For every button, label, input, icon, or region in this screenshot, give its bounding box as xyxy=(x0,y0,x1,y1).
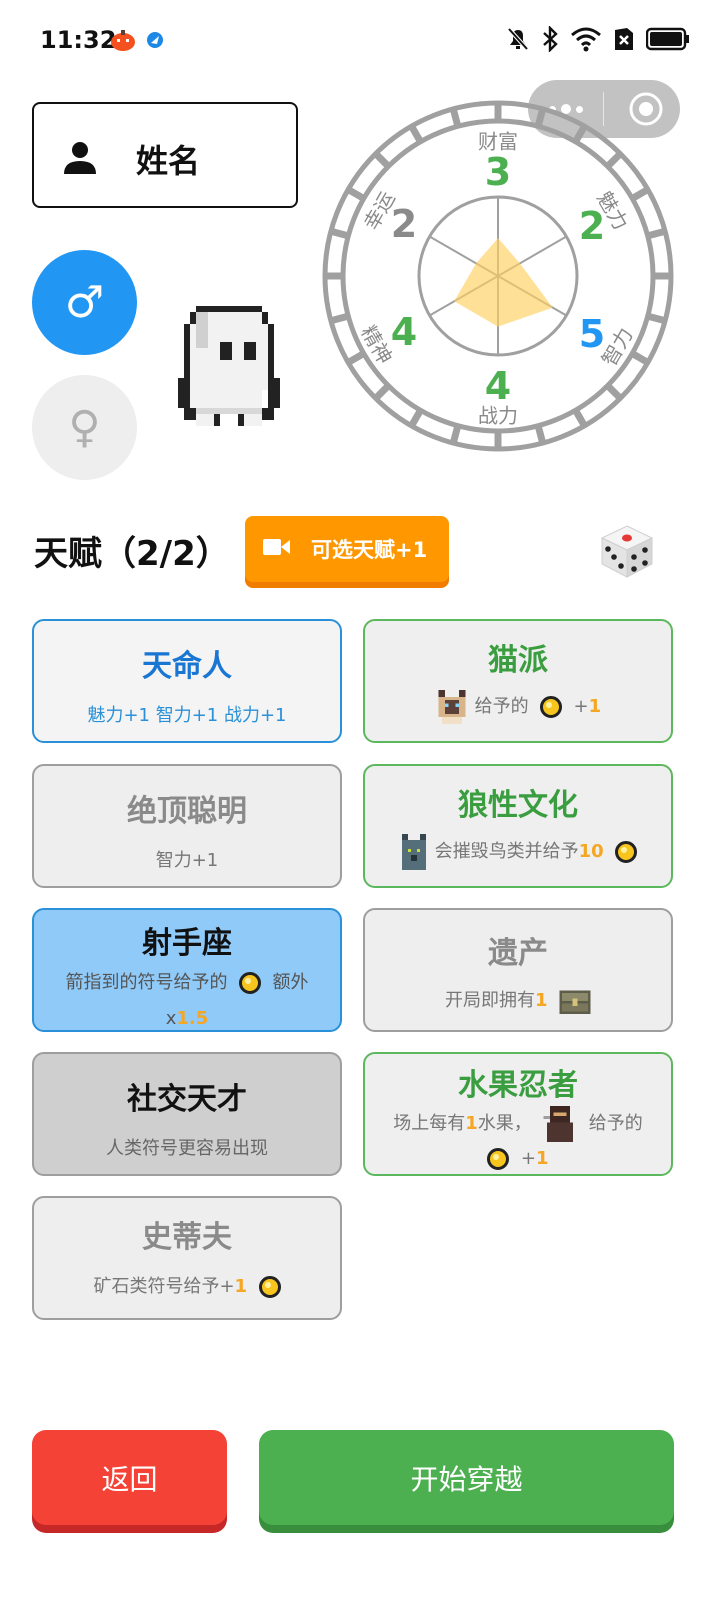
app-icon xyxy=(147,32,163,48)
desc-number: 10 xyxy=(578,841,604,862)
desc-number: 1.5 xyxy=(176,1008,209,1029)
video-camera-icon xyxy=(263,539,290,555)
character-avatar xyxy=(178,306,280,426)
talent-card-desc: 魅力+1 智力+1 战力+1 xyxy=(87,705,287,726)
wifi-icon xyxy=(571,27,601,52)
back-button-label: 返回 xyxy=(101,1462,158,1496)
talent-card-title: 遗产 xyxy=(488,936,548,971)
desc-text: 箭指到的符号给予的 xyxy=(65,972,228,993)
add-talent-ad-button[interactable]: 可选天赋+1 xyxy=(245,516,449,582)
talent-card-langxingwenhua[interactable]: 狼性文化 会摧毁鸟类并给予10 xyxy=(363,764,673,888)
bluetooth-icon xyxy=(543,26,558,52)
talent-card-shuiguorenzhe[interactable]: 水果忍者 场上每有1水果， 给予的 +1 xyxy=(363,1052,673,1176)
desc-number: 1 xyxy=(536,1148,549,1169)
talent-card-desc: 开局即拥有1 xyxy=(365,986,671,1014)
desc-number: 1 xyxy=(535,990,548,1011)
desc-text: 给予的 xyxy=(474,696,529,717)
person-icon xyxy=(64,142,96,174)
talent-card-desc: 智力+1 xyxy=(155,850,219,871)
desc-text: 给予的 xyxy=(588,1113,643,1134)
talent-card-title: 天命人 xyxy=(142,649,232,684)
talent-card-desc: 给予的 +1 xyxy=(365,689,671,725)
coin-icon xyxy=(239,972,261,994)
coin-icon xyxy=(615,841,638,863)
desc-text: 水果， xyxy=(477,1113,532,1134)
sim-icon xyxy=(615,28,633,50)
talent-card-desc: 会摧毁鸟类并给予10 xyxy=(365,834,671,870)
desc-number: 1 xyxy=(234,1276,248,1297)
stat-label-combat: 战力 xyxy=(478,403,518,428)
stat-value-wealth: 3 xyxy=(484,150,512,194)
battery-icon xyxy=(646,27,689,51)
talent-card-title: 猫派 xyxy=(488,643,548,678)
coin-icon xyxy=(487,1148,510,1170)
gender-female-button[interactable]: ♀ xyxy=(32,375,137,480)
desc-text: + xyxy=(573,696,589,717)
coin-icon xyxy=(258,1276,281,1298)
talent-card-title: 射手座 xyxy=(142,926,232,961)
stat-value-charm: 2 xyxy=(578,204,606,248)
talent-card-yichan[interactable]: 遗产 开局即拥有1 xyxy=(363,908,673,1032)
wolf-icon xyxy=(401,834,426,870)
desc-number: 1 xyxy=(588,696,602,717)
desc-text: 会摧毁鸟类并给予 xyxy=(434,841,579,862)
stat-value-luck: 2 xyxy=(390,202,418,246)
talent-card-shejiaotiancai[interactable]: 社交天才 人类符号更容易出现 xyxy=(32,1052,342,1176)
treasure-chest-icon xyxy=(559,990,591,1014)
female-icon: ♀ xyxy=(68,402,101,453)
name-field[interactable]: 姓名 xyxy=(32,102,298,208)
desc-number: 1 xyxy=(465,1113,478,1134)
talent-card-desc: 场上每有1水果， 给予的 xyxy=(365,1106,671,1142)
talent-card-tianmingren[interactable]: 天命人 魅力+1 智力+1 战力+1 xyxy=(32,619,342,743)
name-placeholder: 姓名 xyxy=(136,142,201,180)
talent-card-title: 史蒂夫 xyxy=(142,1220,232,1255)
talent-card-title: 社交天才 xyxy=(127,1082,247,1117)
talent-card-sheshouzuo[interactable]: 射手座 箭指到的符号给予的 额外 x1.5 xyxy=(32,908,342,1032)
gender-male-button[interactable]: ♂ xyxy=(32,250,137,355)
talent-card-desc: 矿石类符号给予+1 xyxy=(34,1272,340,1298)
mute-icon xyxy=(507,27,529,51)
talent-card-title: 狼性文化 xyxy=(458,788,578,823)
dice-icon[interactable] xyxy=(598,522,656,580)
start-button[interactable]: 开始穿越 xyxy=(259,1430,674,1525)
pumpkin-app-icon xyxy=(111,30,135,51)
talent-card-desc-line2: +1 xyxy=(365,1148,671,1170)
talent-card-desc: 箭指到的符号给予的 额外 xyxy=(34,968,340,994)
ninja-icon xyxy=(543,1106,574,1142)
desc-text: 额外 xyxy=(272,972,309,993)
talent-card-title: 水果忍者 xyxy=(458,1068,578,1103)
back-button[interactable]: 返回 xyxy=(32,1430,227,1525)
desc-text: x xyxy=(165,1008,177,1029)
talent-card-shidifu[interactable]: 史蒂夫 矿石类符号给予+1 xyxy=(32,1196,342,1320)
stats-radar: 财富 3 魅力 2 5 智力 4 战力 4 精神 幸运 2 xyxy=(318,98,678,458)
coin-icon xyxy=(540,696,563,718)
start-button-label: 开始穿越 xyxy=(410,1462,523,1496)
talent-title: 天赋（2/2） xyxy=(34,534,230,574)
status-bar: 11:32 xyxy=(0,0,720,80)
desc-text: + xyxy=(520,1148,536,1169)
status-time: 11:32 xyxy=(40,26,117,54)
talent-card-maopai[interactable]: 猫派 给予的 +1 xyxy=(363,619,673,743)
talent-card-title: 绝顶聪明 xyxy=(127,794,247,829)
male-icon: ♂ xyxy=(64,277,105,328)
talent-card-desc-line2: x1.5 xyxy=(34,1008,340,1029)
add-talent-label: 可选天赋+1 xyxy=(311,538,428,562)
cat-icon xyxy=(438,690,466,724)
talent-card-juedingcongming[interactable]: 绝顶聪明 智力+1 xyxy=(32,764,342,888)
desc-text: 开局即拥有 xyxy=(445,990,535,1011)
desc-text: 矿石类符号给予+ xyxy=(93,1276,235,1297)
desc-text: 场上每有 xyxy=(393,1113,466,1134)
talent-card-desc: 人类符号更容易出现 xyxy=(106,1138,268,1159)
